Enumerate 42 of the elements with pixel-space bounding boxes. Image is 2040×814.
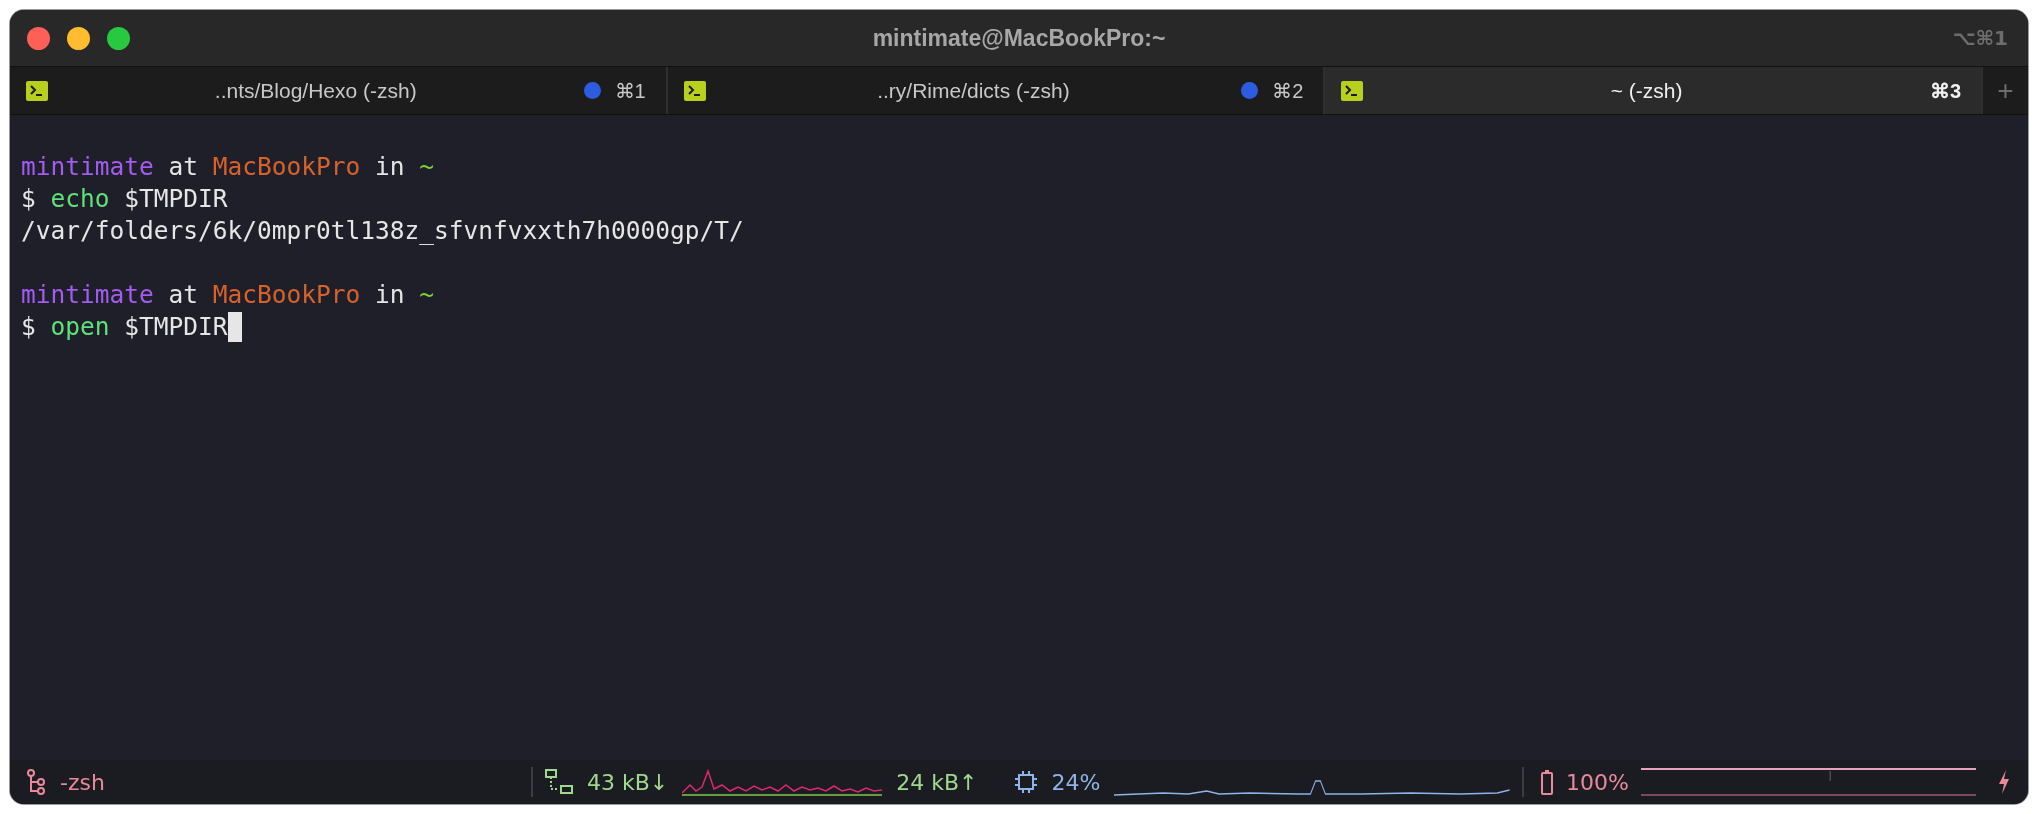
minimize-button[interactable] (67, 26, 90, 50)
tab[interactable]: ~ (-zsh) ⌘3 (1325, 67, 1983, 114)
tab-title: ..ry/Rime/dicts (-zsh) (876, 78, 1071, 103)
terminal-text: mintimate (21, 151, 154, 183)
terminal-text: in (374, 151, 406, 183)
terminal-text: at (167, 151, 200, 183)
terminal-icon (1341, 80, 1364, 101)
network-icon (545, 769, 573, 795)
cpu-usage: 24% (1051, 769, 1101, 795)
battery-icon (1540, 769, 1554, 795)
terminal-text: open (50, 311, 110, 343)
terminal-text: ~ (419, 279, 435, 311)
tab-shortcut: ⌘3 (1929, 78, 1961, 103)
upload-rate: 24 kB↑ (896, 769, 978, 795)
tab-shortcut: ⌘2 (1272, 78, 1304, 103)
terminal-text: ~ (419, 151, 435, 183)
window-title: mintimate@MacBookPro:~ (872, 24, 1166, 52)
cpu-icon (1013, 770, 1038, 794)
terminal-text: MacBookPro (212, 279, 361, 311)
terminal-text: echo (50, 183, 110, 215)
battery-level: 100% (1566, 769, 1629, 795)
terminal-text: $ (21, 311, 37, 343)
terminal-text: in (374, 279, 406, 311)
close-button[interactable] (27, 26, 50, 50)
terminal-text: MacBookPro (212, 151, 361, 183)
tab[interactable]: ..nts/Blog/Hexo (-zsh) ⌘1 (10, 67, 668, 114)
download-rate: 43 kB↓ (587, 769, 669, 795)
tab-title: ..nts/Blog/Hexo (-zsh) (213, 78, 418, 103)
terminal-text: /var/folders/6k/0mpr0tl138z_sfvnfvxxth7h0000gp/T/ (21, 215, 744, 247)
terminal-text: mintimate (21, 279, 154, 311)
terminal-text: $TMPDIR (123, 183, 228, 215)
tab-shortcut: ⌘1 (614, 78, 646, 103)
window-shortcut: ⌥⌘1 (1952, 26, 2008, 50)
terminal-text: $TMPDIR (123, 311, 228, 343)
terminal-text: at (167, 279, 200, 311)
terminal-icon (683, 80, 706, 101)
session-name: -zsh (60, 769, 105, 795)
terminal-text: $ (21, 183, 37, 215)
terminal-icon (26, 80, 48, 101)
tab-title: ~ (-zsh) (1609, 78, 1684, 103)
zoom-button[interactable] (107, 26, 130, 50)
branch-icon (26, 769, 46, 795)
